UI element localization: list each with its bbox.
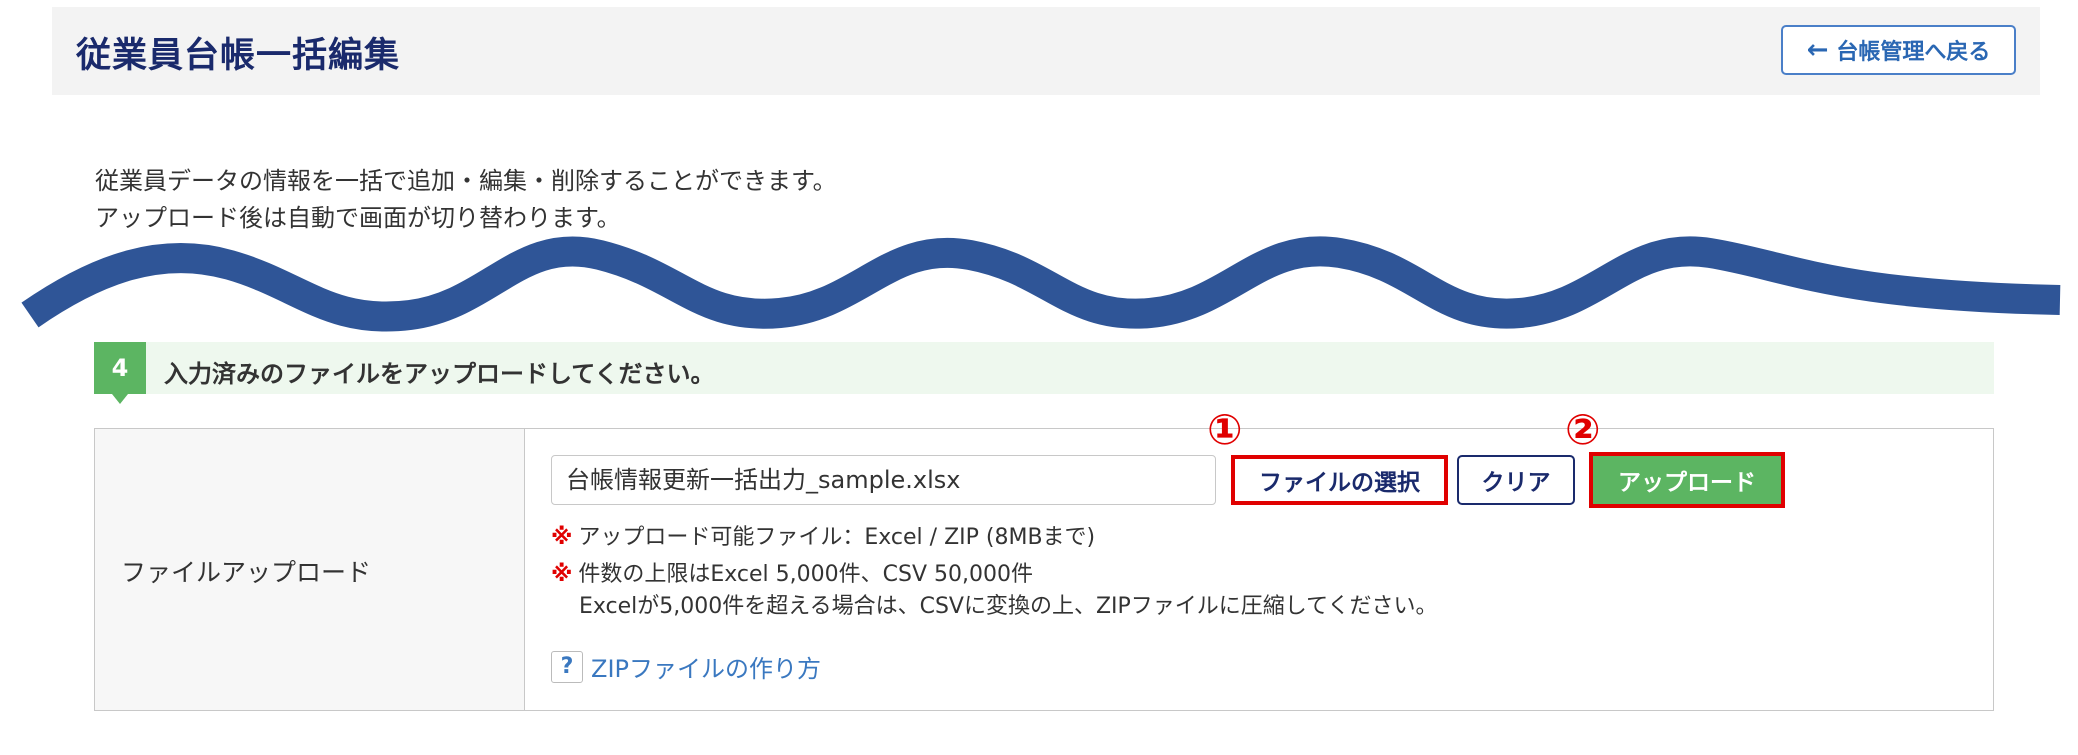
zip-howto-label: ZIPファイルの作り方: [591, 655, 821, 683]
file-upload-table: ファイルアップロード ① ② 台帳情報更新一括出力_sample.xlsx ファ…: [94, 405, 1994, 711]
page-header: 従業員台帳一括編集 ← 台帳管理へ戻る: [52, 7, 2040, 95]
help-icon: ?: [551, 650, 583, 683]
file-upload-label-cell: ファイルアップロード: [95, 429, 525, 710]
upload-button[interactable]: アップロード: [1589, 452, 1785, 508]
annotation-marker-2: ②: [1565, 405, 1601, 454]
file-upload-label: ファイルアップロード: [121, 558, 372, 587]
note-zip-advice: Excelが5,000件を超える場合は、CSVに変換の上、ZIPファイルに圧縮し…: [579, 594, 1438, 619]
note-allowed-files: ※ アップロード可能ファイル：Excel / ZIP (8MBまで): [551, 525, 1096, 550]
note-record-limit: ※ 件数の上限はExcel 5,000件、CSV 50,000件: [551, 562, 1033, 587]
back-button-label: 台帳管理へ戻る: [1836, 40, 1991, 65]
note-mark: ※: [551, 525, 573, 550]
intro-line-1: 従業員データの情報を一括で追加・編集・削除することができます。: [95, 167, 837, 195]
clear-button[interactable]: クリア: [1457, 455, 1575, 505]
selected-file-field[interactable]: 台帳情報更新一括出力_sample.xlsx: [551, 455, 1216, 505]
step-bar: 4 入力済みのファイルをアップロードしてください。: [94, 342, 1994, 404]
back-to-ledger-button[interactable]: ← 台帳管理へ戻る: [1781, 25, 2016, 75]
zip-howto-link[interactable]: ? ZIPファイルの作り方: [551, 649, 821, 684]
step-number-badge: 4: [94, 342, 146, 404]
page-title: 従業員台帳一括編集: [76, 36, 401, 76]
upload-notes: ※ アップロード可能ファイル：Excel / ZIP (8MBまで) ※ 件数の上限…: [551, 522, 1437, 623]
select-file-button[interactable]: ファイルの選択: [1231, 455, 1448, 505]
step-instruction: 入力済みのファイルをアップロードしてください。: [164, 360, 715, 388]
annotation-marker-1: ①: [1207, 405, 1243, 454]
note-mark: ※: [551, 562, 573, 587]
wave-divider: [21, 236, 2061, 332]
arrow-left-icon: ←: [1806, 35, 1829, 65]
